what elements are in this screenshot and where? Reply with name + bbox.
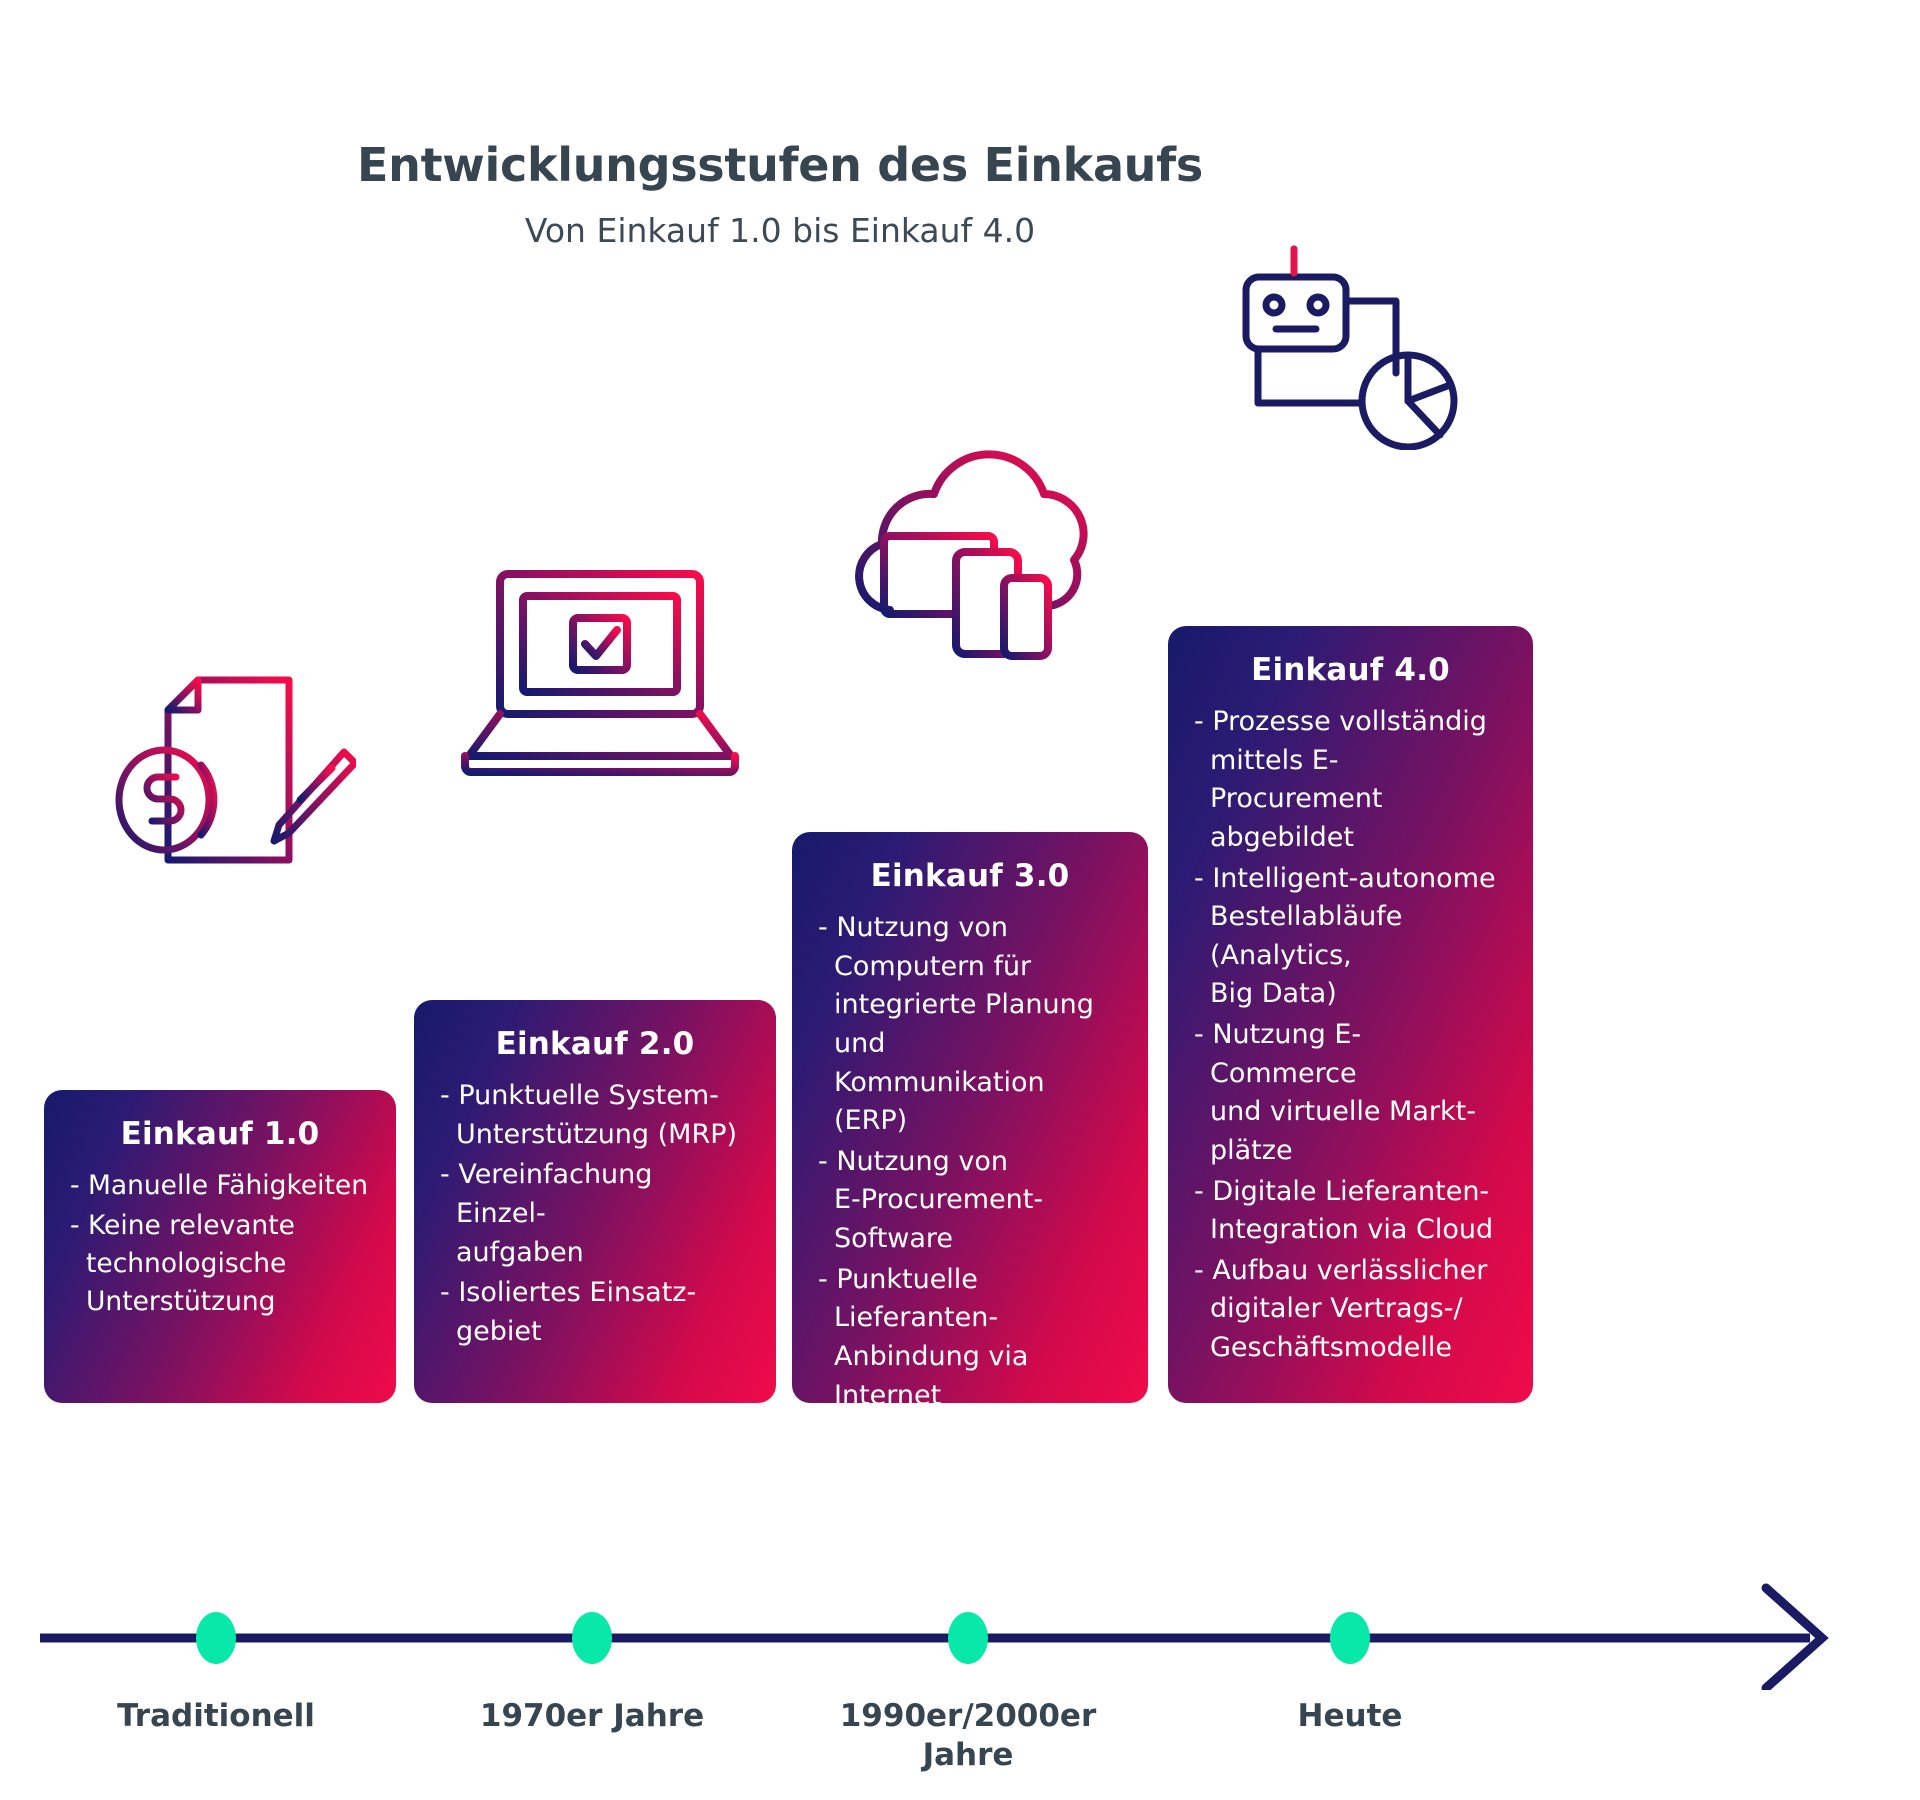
stage-bullet-list: - Punktuelle System- Unterstützung (MRP)… xyxy=(440,1077,750,1351)
robot-piechart-icon xyxy=(1228,245,1463,451)
timeline-label-1970er: 1970er Jahre xyxy=(479,1698,705,1734)
stage-title: Einkauf 4.0 xyxy=(1251,652,1450,688)
stage-title: Einkauf 3.0 xyxy=(870,858,1070,894)
stage-card-einkauf-4[interactable]: Einkauf 4.0 - Prozesse vollständig mitte… xyxy=(1168,626,1533,1403)
timeline-dot xyxy=(1330,1612,1370,1664)
page-subtitle: Von Einkauf 1.0 bis Einkauf 4.0 xyxy=(524,210,1036,250)
cloud-devices-icon xyxy=(838,448,1118,678)
list-item: - Nutzung von Computern für integrierte … xyxy=(818,912,1094,1137)
stage-card-einkauf-2[interactable]: Einkauf 2.0 - Punktuelle System- Unterst… xyxy=(414,1000,776,1403)
list-item: - Keine relevante technologische Unterst… xyxy=(70,1210,295,1317)
timeline-label-1990er-2000er: 1990er/2000er Jahre xyxy=(839,1698,1097,1773)
timeline-dot xyxy=(572,1612,612,1664)
laptop-checkmark-icon xyxy=(455,560,745,785)
timeline-dot xyxy=(948,1612,988,1664)
list-item: - Isoliertes Einsatz- gebiet xyxy=(440,1277,697,1347)
timeline-label-heute: Heute xyxy=(1297,1698,1403,1734)
timeline-label-traditionell: Traditionell xyxy=(117,1698,315,1734)
stage-title: Einkauf 2.0 xyxy=(495,1026,695,1062)
document-coin-chart-pencil-icon xyxy=(96,655,359,880)
stage-bullet-list: - Nutzung von Computern für integrierte … xyxy=(818,909,1122,1403)
list-item: - Punktuelle System- Unterstützung (MRP) xyxy=(440,1080,738,1150)
timeline-axis: Traditionell 1970er Jahre 1990er/2000er … xyxy=(40,1570,1840,1773)
arrow-right-icon xyxy=(40,1583,1829,1690)
timeline-dot xyxy=(196,1612,236,1664)
list-item: - Prozesse vollständig mittels E-Procure… xyxy=(1194,706,1487,854)
stage-bullet-list: - Manuelle Fähigkeiten - Keine relevante… xyxy=(70,1167,370,1321)
list-item: - Manuelle Fähigkeiten xyxy=(70,1170,369,1202)
stage-card-einkauf-1[interactable]: Einkauf 1.0 - Manuelle Fähigkeiten - Kei… xyxy=(44,1090,396,1403)
list-item: - Nutzung E-Commerce und virtuelle Markt… xyxy=(1194,1019,1476,1166)
list-item: - Digitale Lieferanten- Integration via … xyxy=(1194,1175,1494,1246)
list-item: - Nutzung von E-Procurement- Software xyxy=(818,1145,1044,1255)
list-item: - Punktuelle Lieferanten- Anbindung via … xyxy=(818,1263,1029,1403)
stage-bullet-list: - Prozesse vollständig mittels E-Procure… xyxy=(1194,703,1507,1367)
list-item: - Intelligent-autonome Bestellabläufe (A… xyxy=(1194,862,1496,1010)
list-item: - Aufbau verlässlicher digitaler Vertrag… xyxy=(1194,1254,1488,1363)
header: Entwicklungsstufen des Einkaufs Von Eink… xyxy=(0,140,1560,249)
stage-card-einkauf-3[interactable]: Einkauf 3.0 - Nutzung von Computern für … xyxy=(792,832,1148,1403)
stage-title: Einkauf 1.0 xyxy=(120,1116,320,1152)
timeline: Traditionell 1970er Jahre 1990er/2000er … xyxy=(0,1470,1920,1800)
page-title: Entwicklungsstufen des Einkaufs xyxy=(357,138,1203,192)
list-item: - Vereinfachung Einzel- aufgaben xyxy=(440,1159,653,1268)
